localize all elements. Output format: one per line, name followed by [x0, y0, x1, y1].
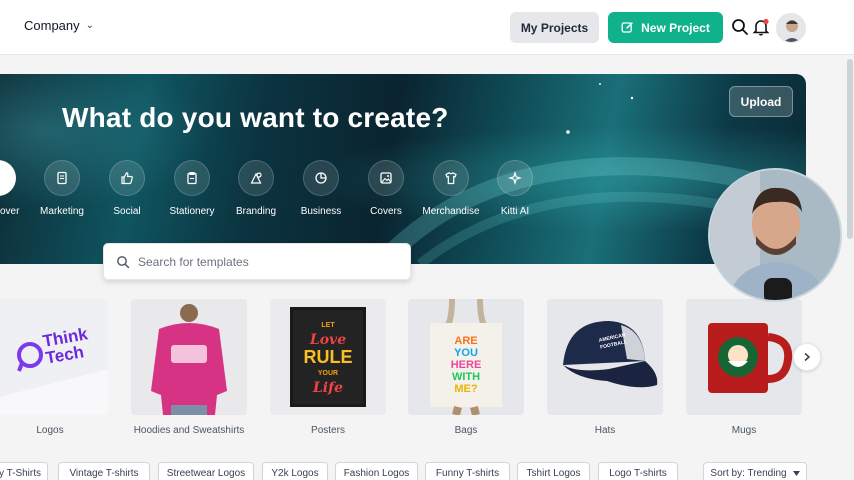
category-cover-label[interactable]: over: [0, 206, 19, 217]
category-merchandise[interactable]: Merchandise: [415, 160, 487, 217]
product-logos[interactable]: Think Tech Logos: [0, 299, 108, 436]
search-icon[interactable]: [730, 17, 750, 37]
tag-chip[interactable]: Vintage T-shirts: [58, 462, 150, 480]
category-label: Marketing: [40, 206, 84, 217]
category-label: Covers: [370, 206, 402, 217]
chevron-down-icon: ⌄: [85, 20, 95, 31]
product-label: Hats: [594, 425, 616, 436]
hero-banner: What do you want to create? Upload over …: [0, 74, 806, 264]
bag-thumbnail: ARE YOU HERE WITH ME?: [408, 299, 524, 415]
chevron-right-icon: [804, 352, 811, 362]
stationery-icon: [187, 171, 197, 185]
sort-label: Sort by: Trending: [710, 467, 787, 479]
bag-text-5: ME?: [454, 383, 478, 395]
category-label: Social: [113, 206, 141, 217]
thumbs-up-icon: [121, 172, 133, 185]
category-label: Branding: [235, 206, 277, 217]
tag-chip[interactable]: y T-Shirts: [0, 462, 48, 480]
image-icon: [380, 172, 392, 184]
tag-chip[interactable]: Fashion Logos: [335, 462, 418, 480]
category-label: Business: [300, 206, 342, 217]
new-project-button[interactable]: New Project: [608, 12, 723, 43]
template-search[interactable]: [103, 243, 411, 280]
pie-chart-icon: [315, 172, 327, 184]
top-header: Company ⌄ My Projects New Project: [0, 0, 854, 55]
bag-text-4: WITH: [451, 371, 481, 383]
company-label: Company: [24, 18, 80, 33]
tag-chip[interactable]: Streetwear Logos: [158, 462, 254, 480]
avatar[interactable]: [776, 13, 806, 43]
tag-chip[interactable]: Tshirt Logos: [517, 462, 590, 480]
category-kitti-ai[interactable]: Kitti AI: [479, 160, 551, 217]
product-label: Logos: [36, 425, 64, 436]
bag-text-3: HERE: [450, 359, 482, 371]
new-project-label: New Project: [641, 20, 710, 35]
search-icon: [117, 255, 130, 268]
webcam-overlay: [708, 168, 842, 302]
poster-thumbnail: LET Love RULE YOUR Life: [270, 299, 386, 415]
category-label: Stationery: [169, 206, 215, 217]
category-business[interactable]: Business: [285, 160, 357, 217]
tag-chip[interactable]: Y2k Logos: [262, 462, 328, 480]
product-posters[interactable]: LET Love RULE YOUR Life Posters: [270, 299, 386, 436]
branding-icon: [250, 172, 262, 184]
scrollbar-thumb[interactable]: [847, 59, 853, 239]
category-stationery[interactable]: Stationery: [156, 160, 228, 217]
product-label: Mugs: [731, 425, 757, 436]
hat-thumbnail: AMERICAN FOOTBALL: [547, 299, 663, 415]
product-label: Posters: [311, 425, 345, 436]
page-scrollbar[interactable]: [846, 55, 854, 480]
product-bags[interactable]: ARE YOU HERE WITH ME? Bags: [408, 299, 524, 436]
poster-text-3: RULE: [303, 347, 353, 367]
carousel-next-button[interactable]: [793, 343, 821, 371]
product-hats[interactable]: AMERICAN FOOTBALL Hats: [547, 299, 663, 436]
bag-text-1: ARE: [454, 335, 478, 347]
upload-button[interactable]: Upload: [729, 86, 793, 117]
product-label: Bags: [454, 425, 478, 436]
sort-dropdown[interactable]: Sort by: Trending: [703, 462, 807, 480]
bag-text-2: YOU: [454, 347, 478, 359]
my-projects-button[interactable]: My Projects: [510, 12, 599, 43]
hoodie-thumbnail: [131, 299, 247, 415]
poster-text-2: Love: [309, 332, 347, 348]
product-hoodies[interactable]: Hoodies and Sweatshirts: [131, 299, 247, 436]
poster-text-4: YOUR: [317, 370, 339, 377]
marketing-icon: [57, 171, 67, 185]
mug-thumbnail: [686, 299, 802, 415]
edit-icon: [621, 22, 634, 33]
poster-text-1: LET: [321, 322, 335, 329]
sparkle-icon: [508, 171, 522, 185]
logos-thumbnail: Think Tech: [0, 299, 108, 415]
hero-title: What do you want to create?: [62, 102, 449, 133]
poster-text-5: Life: [312, 380, 344, 396]
caret-down-icon: [792, 470, 800, 476]
tshirt-icon: [445, 172, 457, 185]
category-label: Merchandise: [422, 206, 480, 217]
category-branding[interactable]: Branding: [220, 160, 292, 217]
tag-chip[interactable]: Logo T-shirts: [598, 462, 678, 480]
category-social[interactable]: Social: [91, 160, 163, 217]
tag-chip[interactable]: Funny T-shirts: [425, 462, 510, 480]
bell-icon[interactable]: [751, 17, 771, 37]
product-label: Hoodies and Sweatshirts: [133, 425, 245, 436]
category-marketing[interactable]: Marketing: [26, 160, 98, 217]
category-label: Kitti AI: [500, 206, 530, 217]
category-covers[interactable]: Covers: [350, 160, 422, 217]
product-mugs[interactable]: Mugs: [686, 299, 802, 436]
search-input[interactable]: [138, 254, 398, 269]
company-menu[interactable]: Company ⌄: [24, 18, 94, 33]
